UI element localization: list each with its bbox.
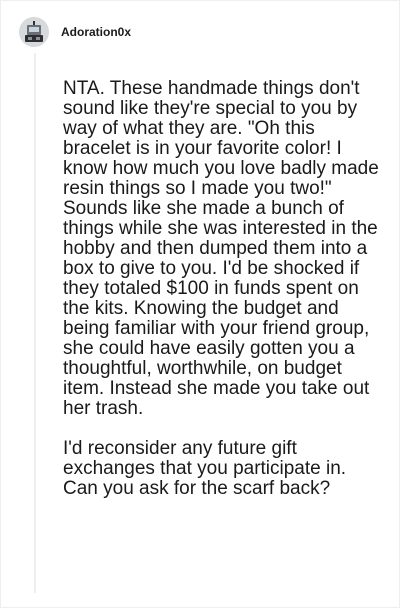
robot-avatar-icon	[19, 17, 49, 47]
comment-paragraph: NTA. These handmade things don't sound l…	[63, 78, 379, 419]
comment-card: Adoration0x NTA. These handmade things d…	[0, 0, 400, 608]
comment-paragraph: I'd reconsider any future gift exchanges…	[63, 438, 347, 499]
user-avatar[interactable]	[19, 17, 49, 47]
comment-body: NTA. These handmade things don't sound l…	[63, 79, 385, 519]
thread-collapse-line[interactable]	[34, 53, 36, 593]
comment-header: Adoration0x	[19, 17, 131, 47]
username[interactable]: Adoration0x	[61, 25, 131, 39]
